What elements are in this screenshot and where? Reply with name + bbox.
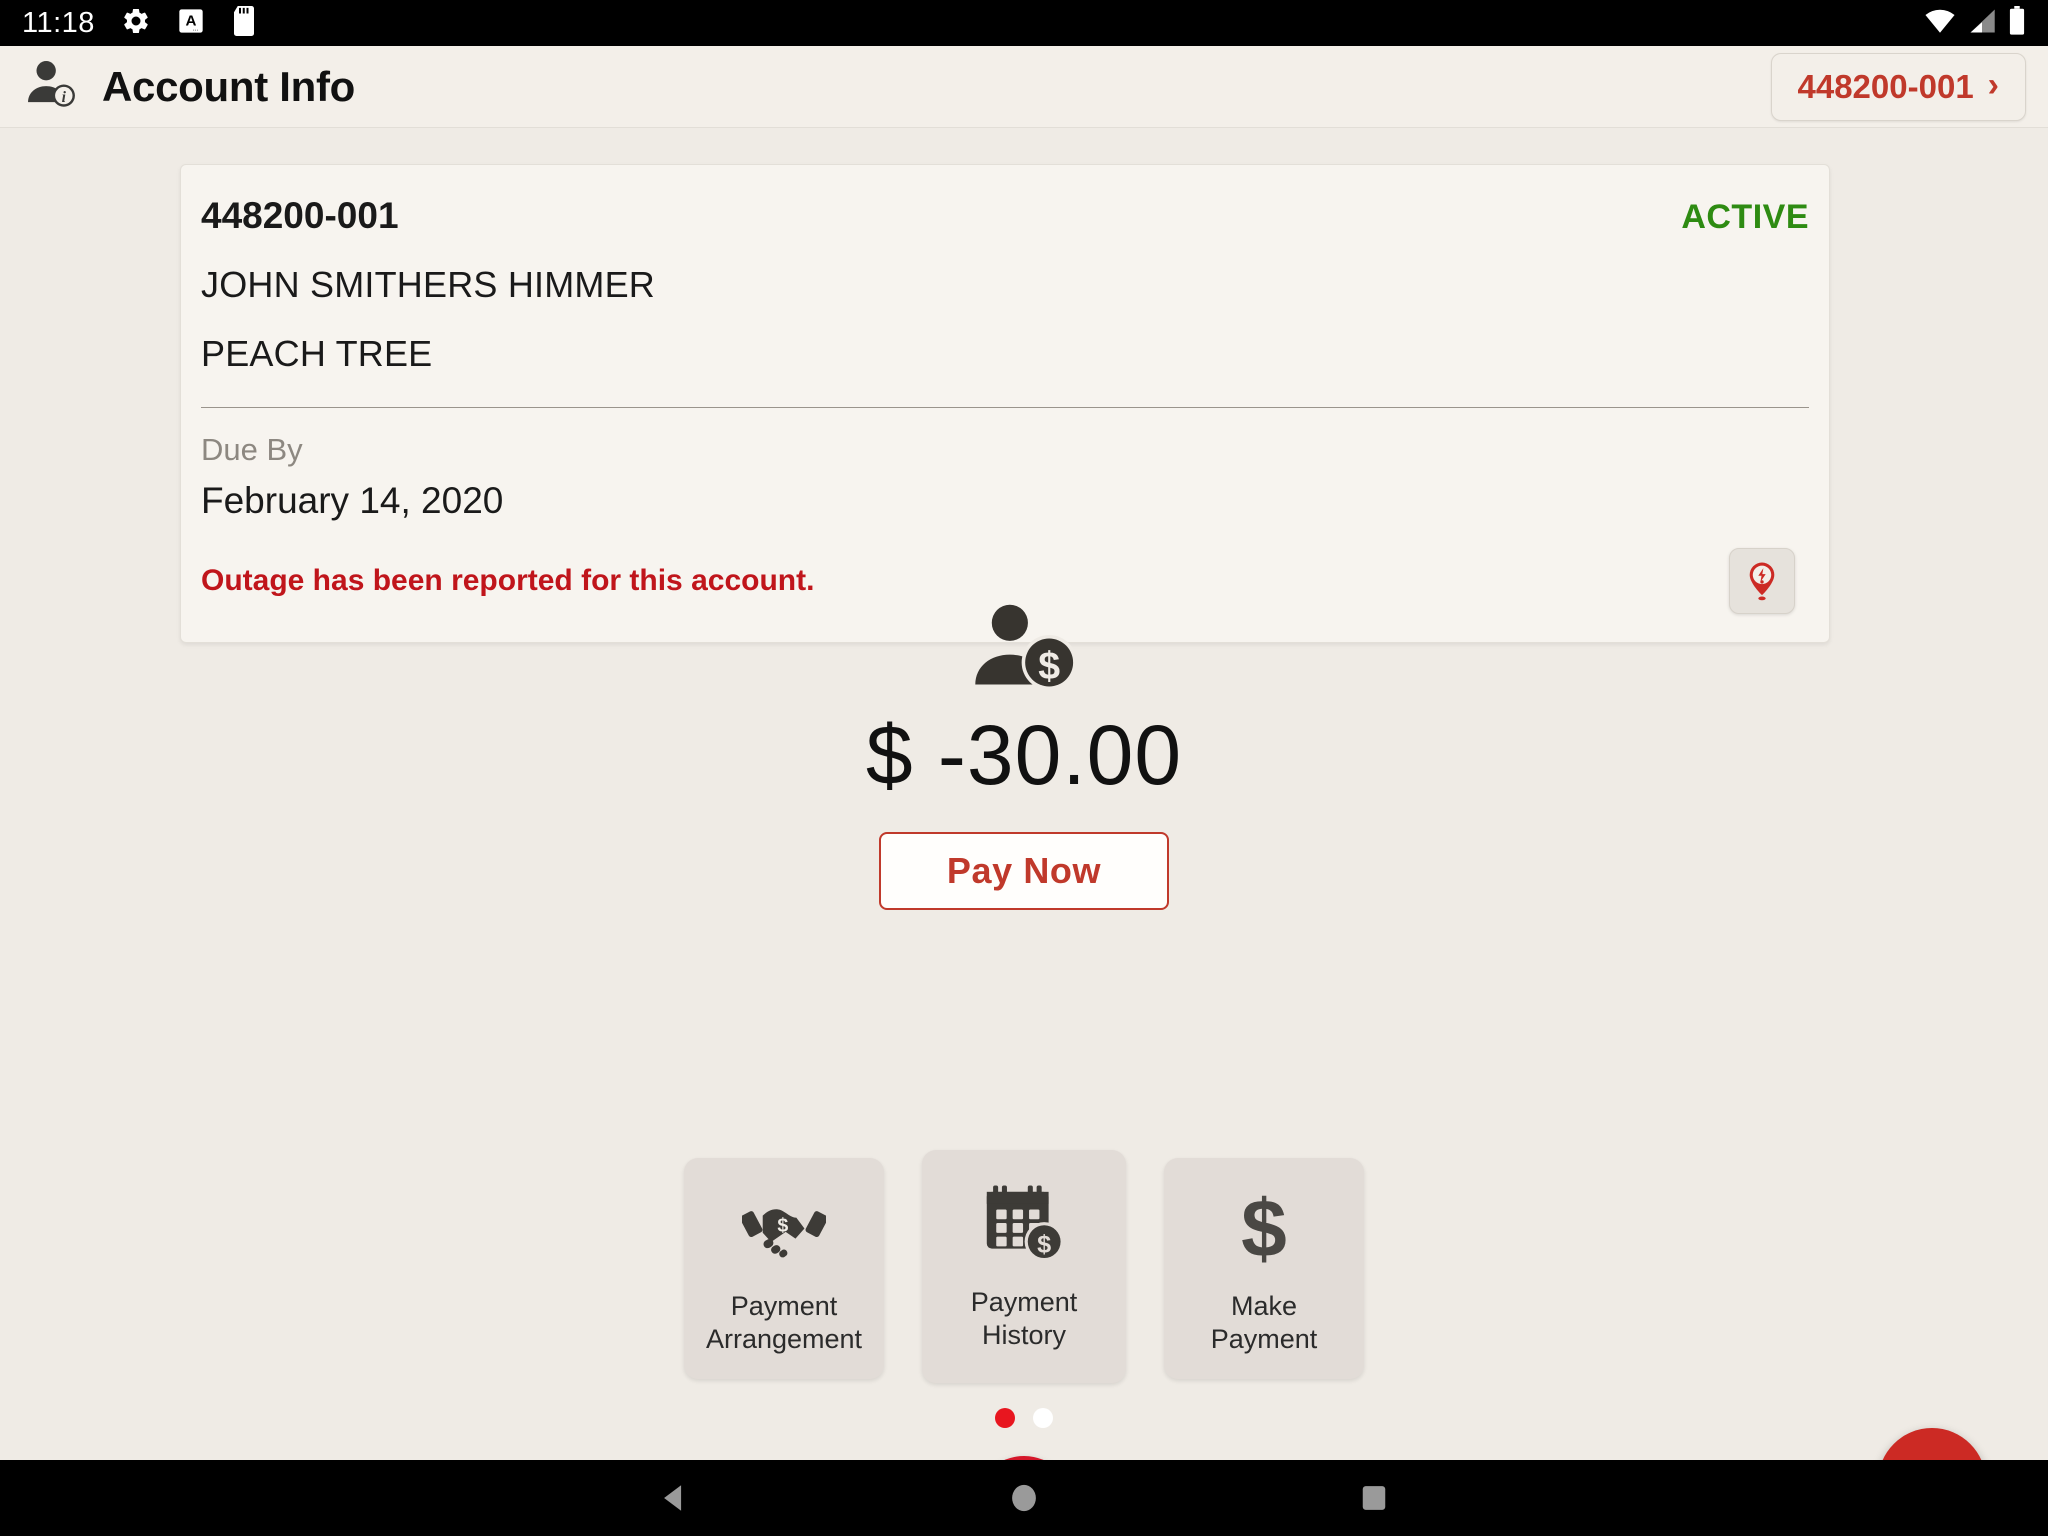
chevron-right-icon: ›: [1987, 65, 1999, 104]
svg-text:$: $: [777, 1214, 788, 1236]
status-badge: ACTIVE: [1681, 198, 1809, 236]
sd-card-icon: [231, 5, 257, 41]
contact-list-icon: [1903, 1451, 1961, 1461]
account-info-icon: i: [22, 55, 80, 118]
status-bar: 11:18 A ...: [0, 0, 2048, 46]
quick-actions: $ Payment Arrangement $ Payment History …: [0, 1150, 2048, 1383]
account-selector-button[interactable]: 448200-001 ›: [1770, 52, 2026, 121]
tile-label: Make Payment: [1210, 1291, 1318, 1355]
svg-text:$: $: [1038, 644, 1060, 688]
customer-name: JOHN SMITHERS HIMMER: [201, 264, 655, 305]
balance-amount: $ -30.00: [865, 708, 1183, 802]
handshake-dollar-icon: $: [742, 1184, 826, 1272]
due-by-date: February 14, 2020: [201, 480, 504, 521]
svg-text:i: i: [62, 89, 67, 106]
account-number: 448200-001: [201, 195, 399, 236]
calendar-dollar-icon: $: [983, 1180, 1065, 1268]
status-bar-left: 11:18 A ...: [22, 5, 257, 41]
main-content: 448200-001 ACTIVE JOHN SMITHERS HIMMER P…: [0, 128, 2048, 1460]
back-triangle-icon[interactable]: [629, 1460, 719, 1536]
app-screen: 11:18 A ... i Account Info 448200-001 › …: [0, 0, 2048, 1536]
pay-now-button[interactable]: Pay Now: [878, 832, 1170, 910]
tile-label: Payment History: [970, 1287, 1078, 1351]
svg-text:$: $: [1241, 1187, 1287, 1269]
app-bar: i Account Info 448200-001 ›: [0, 46, 2048, 128]
status-clock: 11:18: [22, 6, 95, 39]
outage-message: Outage has been reported for this accoun…: [201, 564, 815, 597]
tile-payment-arrangement[interactable]: $ Payment Arrangement: [684, 1158, 884, 1379]
contact-list-fab[interactable]: [1878, 1428, 1986, 1460]
svg-text:...: ...: [193, 25, 199, 32]
balance-section: $ $ -30.00 Pay Now: [0, 598, 2048, 910]
status-bar-right: [1924, 5, 2026, 41]
app-bar-left: i Account Info: [22, 55, 355, 118]
pagination-dot-2[interactable]: [1033, 1408, 1053, 1428]
account-summary-card[interactable]: 448200-001 ACTIVE JOHN SMITHERS HIMMER P…: [180, 164, 1830, 643]
page-title: Account Info: [102, 62, 356, 110]
service-address: PEACH TREE: [201, 333, 433, 374]
due-by-label: Due By: [201, 432, 303, 467]
menu-button[interactable]: Menu: [974, 1456, 1074, 1460]
wifi-icon: [1924, 8, 1956, 39]
due-block: Due By February 14, 2020 Outage has been…: [201, 432, 1809, 614]
pagination-dot-1[interactable]: [995, 1408, 1015, 1428]
pagination-dots: [0, 1408, 2048, 1428]
cell-signal-icon: [1968, 8, 1996, 39]
card-divider: [201, 407, 1809, 408]
svg-text:$: $: [1037, 1230, 1051, 1258]
tile-payment-history[interactable]: $ Payment History: [922, 1150, 1126, 1383]
battery-icon: [2008, 5, 2026, 41]
person-dollar-icon: $: [969, 598, 1079, 699]
account-selector-label: 448200-001: [1797, 67, 1974, 105]
dollar-sign-icon: $: [1228, 1184, 1300, 1272]
tile-make-payment[interactable]: $ Make Payment: [1164, 1158, 1364, 1379]
account-card-header: 448200-001 ACTIVE: [201, 195, 1809, 237]
gear-icon: [121, 6, 151, 41]
home-circle-icon[interactable]: [979, 1460, 1069, 1536]
recents-square-icon[interactable]: [1329, 1460, 1419, 1536]
a-app-icon: A ...: [177, 7, 205, 40]
android-nav-bar: [0, 1460, 2048, 1536]
tile-label: Payment Arrangement: [705, 1291, 863, 1355]
